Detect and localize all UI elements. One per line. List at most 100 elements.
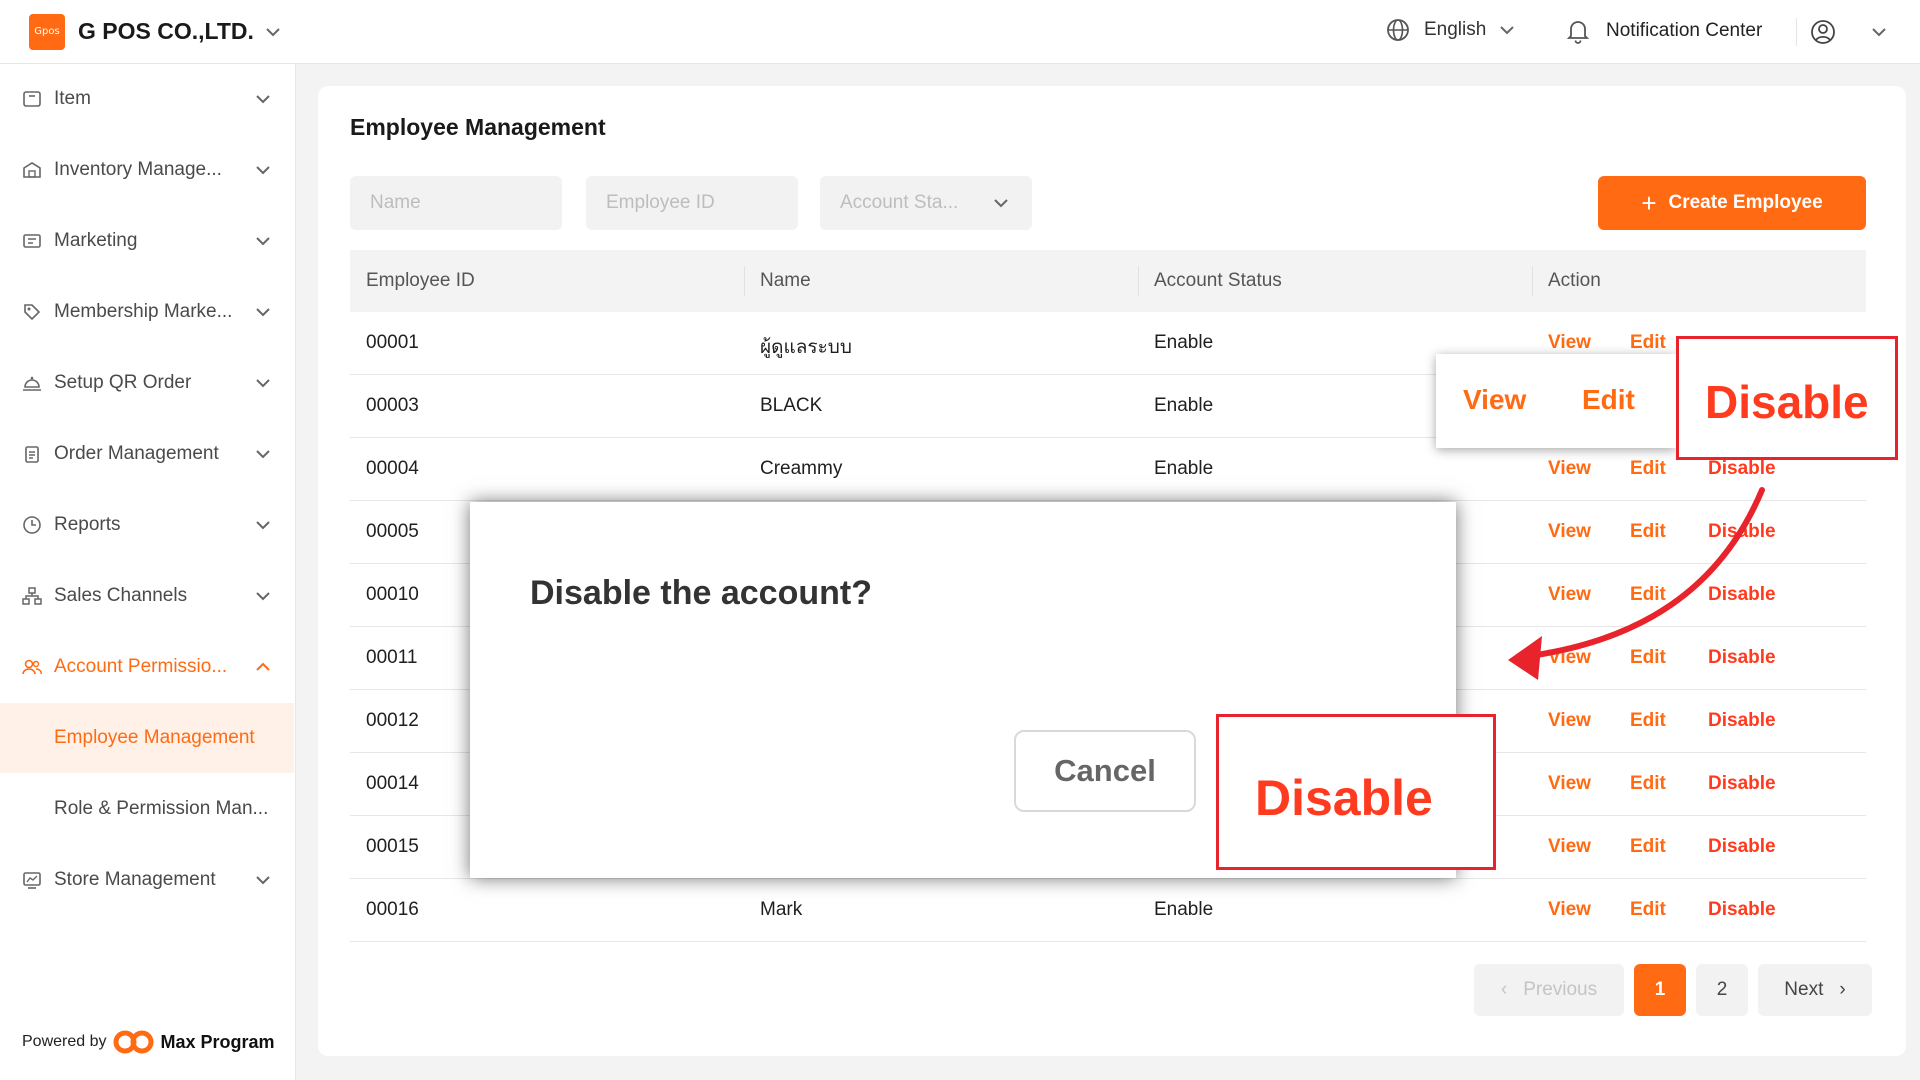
status-cell: Enable <box>1154 395 1214 416</box>
sidebar-item-account-permission[interactable]: Account Permissio... <box>0 632 296 702</box>
edit-link[interactable]: Edit <box>1630 521 1666 543</box>
clock-icon <box>23 516 41 534</box>
sidebar-item-item[interactable]: Item <box>0 64 296 134</box>
next-page-button[interactable]: Next › <box>1758 964 1872 1016</box>
clipboard-icon <box>25 446 39 463</box>
sidebar-item-setup-qr-order[interactable]: Setup QR Order <box>0 348 296 418</box>
column-header: Action <box>1548 270 1601 291</box>
disable-link[interactable]: Disable <box>1708 899 1776 921</box>
view-link[interactable]: View <box>1548 521 1591 543</box>
network-icon <box>22 587 42 605</box>
chevron-down-icon <box>1500 26 1515 35</box>
zoom-disable-label: Disable <box>1705 376 1869 428</box>
zoom-view-label: View <box>1463 384 1527 415</box>
sidebar-item-marketing[interactable]: Marketing <box>0 206 296 276</box>
view-link[interactable]: View <box>1548 332 1591 354</box>
user-avatar-icon[interactable] <box>1810 19 1836 45</box>
sidebar-item-label: Account Permissio... <box>54 656 228 677</box>
powered-by: Powered by Max Program <box>22 1029 275 1055</box>
sidebar-subitem-label: Employee Management <box>54 727 255 748</box>
edit-link[interactable]: Edit <box>1630 899 1666 921</box>
chart-monitor-icon <box>23 872 41 889</box>
view-link[interactable]: View <box>1548 584 1591 606</box>
sidebar-item-label: Reports <box>54 514 121 535</box>
previous-label: Previous <box>1523 979 1598 1000</box>
account-status-placeholder: Account Sta... <box>840 192 959 213</box>
employee-id-cell: 00004 <box>366 458 419 479</box>
disable-link[interactable]: Disable <box>1708 458 1776 480</box>
sidebar-item-label: Membership Marke... <box>54 301 233 322</box>
create-employee-button[interactable]: + Create Employee <box>1598 176 1866 230</box>
company-switcher[interactable]: Gpos G POS CO.,LTD. <box>29 13 282 50</box>
chevron-down-icon[interactable] <box>1870 23 1888 41</box>
edit-link[interactable]: Edit <box>1630 710 1666 732</box>
chevron-down-icon <box>256 379 270 388</box>
page-1-button[interactable]: 1 <box>1634 964 1686 1016</box>
page-title: Employee Management <box>350 114 606 140</box>
language-selector[interactable]: English <box>1386 18 1516 42</box>
table-row: 00016 Mark Enable View Edit Disable <box>350 879 1866 942</box>
edit-link[interactable]: Edit <box>1630 458 1666 480</box>
globe-icon <box>1387 19 1409 41</box>
sidebar-item-store-management[interactable]: Store Management <box>0 845 296 915</box>
column-divider <box>1138 266 1139 296</box>
chevron-down-icon <box>994 199 1008 208</box>
status-cell: Enable <box>1154 332 1214 353</box>
view-link[interactable]: View <box>1548 836 1591 858</box>
name-filter-input[interactable] <box>350 176 562 230</box>
disable-link[interactable]: Disable <box>1708 647 1776 669</box>
disable-link[interactable]: Disable <box>1708 584 1776 606</box>
status-cell: Enable <box>1154 458 1214 479</box>
powered-by-label: Powered by <box>22 1033 107 1050</box>
bell-icon <box>1566 21 1590 44</box>
disable-link[interactable]: Disable <box>1708 773 1776 795</box>
disable-link[interactable]: Disable <box>1708 710 1776 732</box>
disable-confirm-button[interactable]: Disable <box>1216 714 1496 870</box>
sidebar-item-order-management[interactable]: Order Management <box>0 419 296 489</box>
sidebar-item-label: Order Management <box>54 443 219 464</box>
disable-link[interactable]: Disable <box>1708 521 1776 543</box>
employee-id-cell: 00014 <box>366 773 419 794</box>
name-cell: Creammy <box>760 458 843 479</box>
notification-center-button[interactable]: Notification Center <box>1566 18 1762 44</box>
sidebar-item-label: Setup QR Order <box>54 372 192 393</box>
edit-link[interactable]: Edit <box>1630 836 1666 858</box>
edit-link[interactable]: Edit <box>1630 773 1666 795</box>
chevron-down-icon <box>256 592 270 601</box>
view-link[interactable]: View <box>1548 710 1591 732</box>
sidebar-item-sales-channels[interactable]: Sales Channels <box>0 561 296 631</box>
view-link[interactable]: View <box>1548 647 1591 669</box>
sidebar-subitem-role-permission[interactable]: Role & Permission Man... <box>0 774 294 844</box>
edit-link[interactable]: Edit <box>1630 647 1666 669</box>
previous-page-button[interactable]: ‹ Previous <box>1474 964 1624 1016</box>
employee-id-cell: 00003 <box>366 395 419 416</box>
chevron-down-icon <box>256 166 270 175</box>
max-program-logo <box>113 1030 153 1054</box>
cancel-button[interactable]: Cancel <box>1014 730 1196 812</box>
view-link[interactable]: View <box>1548 773 1591 795</box>
sidebar-item-membership[interactable]: Membership Marke... <box>0 277 296 347</box>
chevron-down-icon <box>256 308 270 317</box>
page-2-button[interactable]: 2 <box>1696 964 1748 1016</box>
sidebar-item-inventory[interactable]: Inventory Manage... <box>0 135 296 205</box>
sidebar-item-label: Inventory Manage... <box>54 159 222 180</box>
status-cell: Enable <box>1154 899 1214 920</box>
chevron-down-icon <box>256 876 270 885</box>
view-link[interactable]: View <box>1548 899 1591 921</box>
employee-id-filter-input[interactable] <box>586 176 798 230</box>
powered-by-name: Max Program <box>160 1031 275 1052</box>
edit-link[interactable]: Edit <box>1630 332 1666 354</box>
next-label: Next <box>1784 979 1824 1000</box>
disable-link[interactable]: Disable <box>1708 836 1776 858</box>
account-status-select[interactable]: Account Sta... <box>820 176 1032 230</box>
view-link[interactable]: View <box>1548 458 1591 480</box>
chevron-down-icon <box>256 521 270 530</box>
edit-link[interactable]: Edit <box>1630 584 1666 606</box>
employee-id-cell: 00001 <box>366 332 419 353</box>
sidebar-item-reports[interactable]: Reports <box>0 490 296 560</box>
sidebar-subitem-employee-management[interactable]: Employee Management <box>0 703 294 773</box>
company-name: G POS CO.,LTD. <box>78 18 254 44</box>
ticket-icon <box>23 234 41 248</box>
tag-icon <box>24 304 41 321</box>
column-header: Employee ID <box>366 270 475 291</box>
